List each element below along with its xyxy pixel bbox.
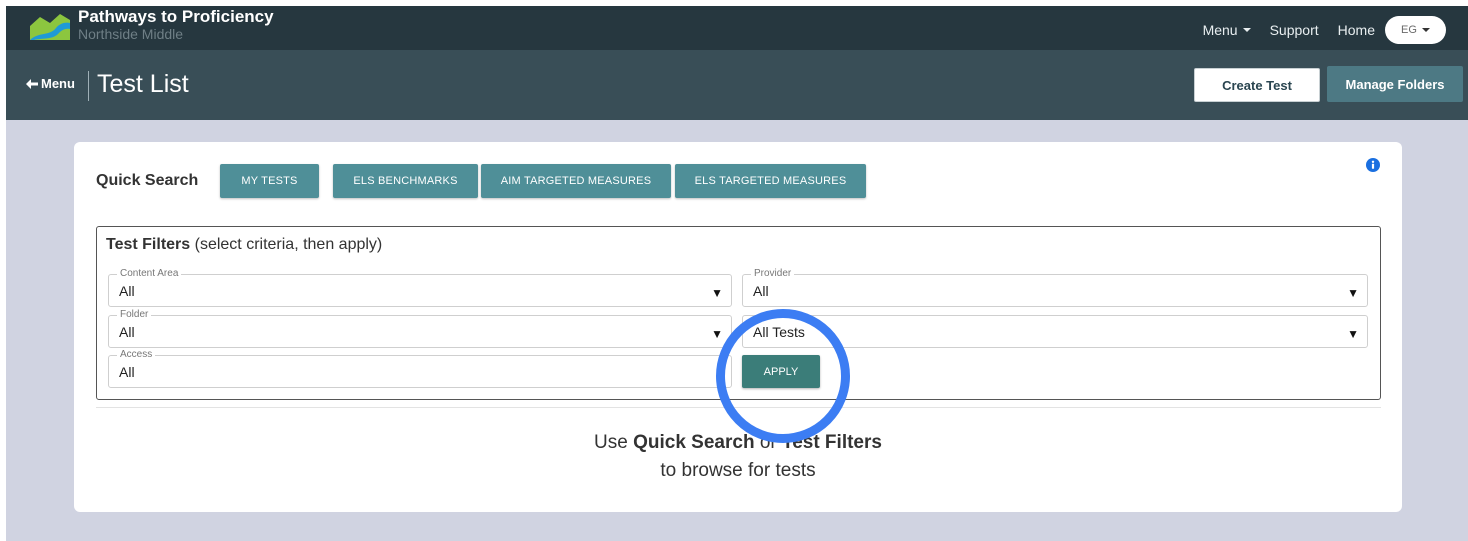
user-initials: EG [1401,24,1417,36]
back-to-menu-link[interactable]: Menu [26,76,75,91]
user-menu-button[interactable]: EG [1385,16,1446,44]
hint-or: or [754,432,782,453]
test-filters-panel: Test Filters (select criteria, then appl… [96,226,1381,400]
quick-search-aim-targeted-measures-button[interactable]: AIM TARGETED MEASURES [481,164,671,198]
quick-search-my-tests-button[interactable]: MY TESTS [220,164,319,198]
folder-select[interactable]: Folder All ▼ [108,309,732,348]
dropdown-arrow-icon: ▼ [1347,327,1359,341]
page-header-bar: Menu Test List Create Test Manage Folder… [6,50,1468,120]
content-area-select[interactable]: Content Area All ▼ [108,268,732,307]
top-navbar: Pathways to Proficiency Northside Middle… [6,6,1468,50]
browse-hint-line2: to browse for tests [660,460,816,481]
school-name: Northside Middle [78,26,184,42]
info-icon[interactable] [1366,158,1380,172]
arrow-left-icon [26,78,38,89]
provider-label: Provider [751,268,795,280]
nav-menu-label: Menu [1202,22,1238,38]
manage-folders-button[interactable]: Manage Folders [1327,66,1463,102]
pathways-logo-icon [28,10,72,42]
header-divider [88,71,89,101]
filters-heading: Test Filters (select criteria, then appl… [106,236,382,254]
hint-quick-search: Quick Search [633,432,755,453]
filters-subtitle: (select criteria, then apply) [190,236,383,253]
access-value: All [119,364,135,380]
nav-menu-dropdown[interactable]: Menu [1203,22,1251,38]
dropdown-arrow-icon: ▼ [1347,286,1359,300]
caret-down-icon [1242,28,1251,32]
folder-value: All [119,324,135,340]
nav-home-link[interactable]: Home [1338,22,1375,38]
hint-prefix: Use [594,432,634,453]
create-test-button[interactable]: Create Test [1194,68,1320,102]
quick-search-label: Quick Search [96,172,199,189]
hint-test-filters: Test Filters [782,432,882,453]
nav-support-link[interactable]: Support [1270,22,1319,38]
apply-filters-button[interactable]: APPLY [742,355,820,388]
browse-hint-line1: Use Quick Search or Test Filters [74,432,1402,454]
folder-label: Folder [117,309,152,321]
back-link-label: Menu [41,76,75,91]
test-type-select[interactable]: All Tests ▼ [742,315,1368,348]
section-divider [96,407,1381,408]
test-search-card: Quick Search MY TESTS ELS BENCHMARKS AIM… [74,142,1402,512]
content-area-label: Content Area [117,268,182,280]
dropdown-arrow-icon: ▼ [711,327,723,341]
top-nav: Menu Support Home EG [1184,16,1446,44]
access-label: Access [117,349,156,361]
content-area-value: All [119,283,135,299]
provider-value: All [753,283,769,299]
dropdown-arrow-icon: ▼ [711,286,723,300]
access-select[interactable]: Access All [108,349,732,388]
page-title: Test List [97,70,189,98]
provider-select[interactable]: Provider All ▼ [742,268,1368,307]
quick-search-els-targeted-measures-button[interactable]: ELS TARGETED MEASURES [675,164,866,198]
test-type-value: All Tests [753,324,805,340]
app-title: Pathways to Proficiency [78,7,274,26]
quick-search-els-benchmarks-button[interactable]: ELS BENCHMARKS [333,164,478,198]
filters-title: Test Filters [106,236,191,253]
caret-down-icon [1421,28,1430,32]
